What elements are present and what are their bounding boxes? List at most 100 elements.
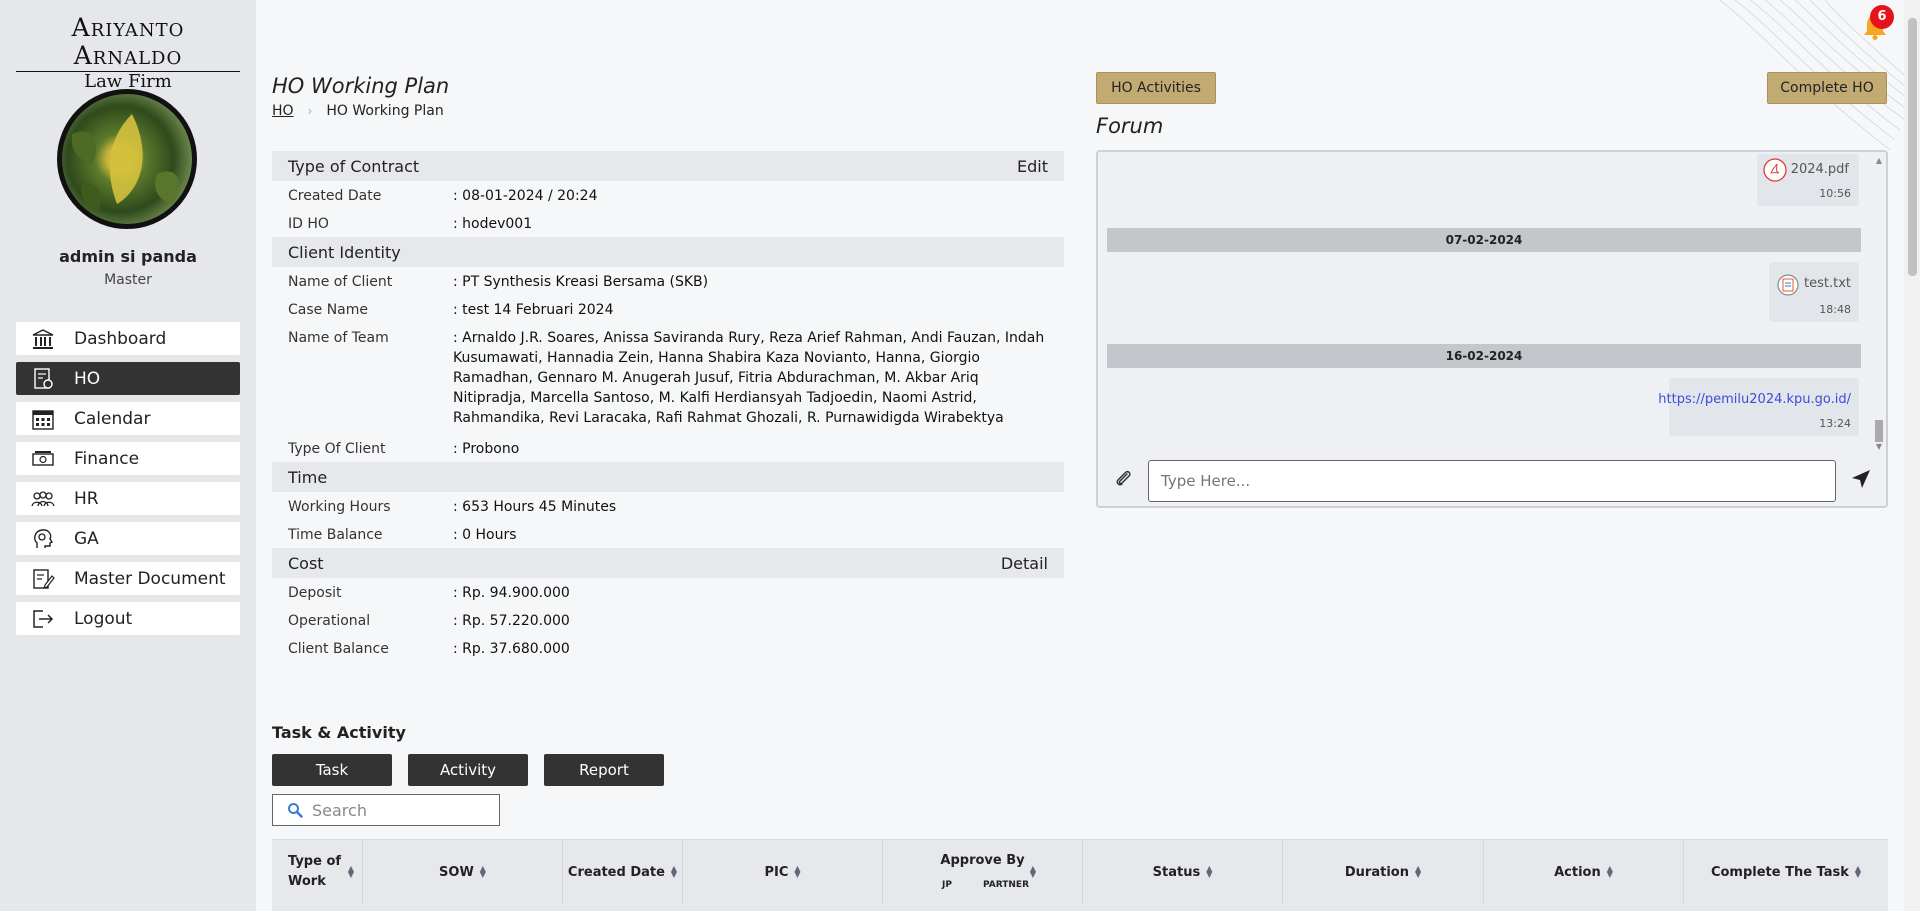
complete-ho-button[interactable]: Complete HO [1767, 72, 1887, 104]
scroll-down-arrow[interactable]: ▼ [1874, 442, 1884, 451]
section-time-header: Time [272, 462, 1064, 492]
document-edit-icon [30, 568, 56, 590]
info-label: Name of Client [288, 274, 393, 290]
chat-date-separator: 16-02-2024 [1107, 344, 1861, 368]
detail-link[interactable]: Detail [1001, 554, 1048, 573]
sort-icon[interactable]: ▲ ▼ [348, 865, 354, 879]
sidebar-item-label: Master Document [74, 568, 226, 589]
info-value: : Rp. 37.680.000 [453, 641, 570, 657]
scroll-thumb[interactable] [1875, 420, 1883, 442]
sort-icon[interactable]: ▲ ▼ [794, 865, 800, 879]
file-name[interactable]: 2024.pdf [1791, 162, 1849, 177]
sidebar: Ariyanto Arnaldo Law Firm admin si panda… [0, 0, 256, 911]
section-contract-header: Type of Contract Edit [272, 151, 1064, 181]
column-header-created-date[interactable]: Created Date ▲ ▼ [563, 840, 683, 904]
sort-icon[interactable]: ▲ ▼ [1607, 865, 1613, 879]
column-header-complete-task[interactable]: Complete The Task ▲ ▼ [1684, 840, 1888, 904]
column-header-approve-by[interactable]: Approve By ▲ ▼ JP PARTNER [883, 840, 1083, 904]
sidebar-item-hr[interactable]: HR [16, 482, 240, 515]
column-header-pic[interactable]: PIC ▲ ▼ [683, 840, 883, 904]
info-row: Name of Team : Arnaldo J.R. Soares, Aniss… [272, 323, 1064, 434]
column-header-sow[interactable]: SOW ▲ ▼ [363, 840, 563, 904]
approve-by-partner-label: PARTNER [983, 880, 1030, 890]
ho-activities-button[interactable]: HO Activities [1096, 72, 1216, 104]
cash-icon [30, 448, 56, 470]
sidebar-item-label: HR [74, 488, 99, 509]
page-scrollbar[interactable] [1904, 0, 1920, 911]
info-value: : hodev001 [453, 216, 533, 232]
sort-icon[interactable]: ▲ ▼ [480, 865, 486, 879]
column-header-action[interactable]: Action ▲ ▼ [1484, 840, 1684, 904]
send-icon[interactable] [1850, 468, 1872, 490]
chat-message-file[interactable]: 2024.pdf 10:56 [1757, 154, 1859, 206]
section-title: Type of Contract [288, 156, 420, 176]
chat-messages[interactable]: 2024.pdf 10:56 07-02-2024 test.txt 18:48… [1098, 152, 1874, 452]
sidebar-item-label: GA [74, 528, 99, 549]
column-header-duration[interactable]: Duration ▲ ▼ [1283, 840, 1484, 904]
avatar-leaf-image [71, 114, 180, 214]
chat-message-file[interactable]: test.txt 18:48 [1769, 262, 1859, 322]
sidebar-item-label: Calendar [74, 408, 151, 429]
calendar-icon [30, 408, 56, 430]
info-label: Deposit [288, 585, 342, 601]
section-client-header: Client Identity [272, 237, 1064, 267]
page-title: HO Working Plan [272, 74, 450, 98]
sort-icon[interactable]: ▲ ▼ [1206, 865, 1212, 879]
firm-logo[interactable]: Ariyanto Arnaldo Law Firm [16, 14, 240, 92]
info-value-team: : Arnaldo J.R. Soares, Anissa Saviranda … [453, 330, 1045, 426]
sidebar-item-label: Dashboard [74, 328, 167, 349]
chat-scrollbar[interactable]: ▲ ▼ [1874, 156, 1884, 451]
info-label: ID HO [288, 216, 329, 232]
chat-input[interactable] [1148, 460, 1836, 502]
breadcrumb-separator: › [307, 104, 313, 118]
info-label: Name of Team [288, 330, 389, 346]
page-scroll-thumb[interactable] [1908, 18, 1917, 276]
chat-message-link[interactable]: https://pemilu2024.kpu.go.id/ 13:24 [1658, 378, 1859, 436]
info-value: : Rp. 94.900.000 [453, 585, 570, 601]
avatar [57, 89, 197, 229]
info-value: : test 14 Februari 2024 [453, 302, 614, 318]
task-table: Type of Work ▲ ▼ SOW ▲ ▼ Created Date ▲ ▼ PIC… [272, 839, 1888, 911]
people-icon [30, 488, 56, 510]
message-link[interactable]: https://pemilu2024.kpu.go.id/ [1658, 392, 1851, 407]
sort-icon[interactable]: ▲ ▼ [1030, 865, 1036, 879]
task-button[interactable]: Task [272, 754, 392, 786]
info-row: Deposit : Rp. 94.900.000 [272, 578, 1064, 606]
column-label: SOW [439, 864, 474, 880]
column-label: Created Date [567, 864, 665, 880]
sidebar-item-ga[interactable]: GA [16, 522, 240, 555]
sidebar-item-master-document[interactable]: Master Document [16, 562, 240, 595]
column-label: Status [1152, 864, 1201, 880]
column-header-type-of-work[interactable]: Type of Work ▲ ▼ [272, 840, 363, 904]
column-header-status[interactable]: Status ▲ ▼ [1083, 840, 1283, 904]
info-row: Operational: Rp. 57.220.000 [272, 606, 1064, 634]
task-search[interactable]: Search [272, 794, 500, 826]
sidebar-item-finance[interactable]: Finance [16, 442, 240, 475]
sidebar-item-calendar[interactable]: Calendar [16, 402, 240, 435]
scroll-up-arrow[interactable]: ▲ [1874, 156, 1884, 165]
sort-icon[interactable]: ▲ ▼ [671, 865, 677, 879]
search-placeholder[interactable]: Search [312, 801, 367, 820]
paperclip-icon[interactable] [1112, 468, 1134, 490]
info-label: Working Hours [288, 499, 391, 515]
info-label: Operational [288, 613, 371, 629]
section-cost-header: Cost Detail [272, 548, 1064, 578]
info-row: Time Balance: 0 Hours [272, 520, 1064, 548]
pdf-icon [1763, 158, 1787, 182]
sidebar-item-ho[interactable]: HO [16, 362, 240, 395]
sort-icon[interactable]: ▲ ▼ [1415, 865, 1421, 879]
edit-link[interactable]: Edit [1017, 157, 1048, 176]
sidebar-item-label: Logout [74, 608, 133, 629]
sort-icon[interactable]: ▲ ▼ [1855, 865, 1861, 879]
sidebar-item-dashboard[interactable]: Dashboard [16, 322, 240, 355]
ho-info-panel: Type of Contract Edit Created Date: 08-0… [272, 151, 1064, 662]
activity-button[interactable]: Activity [408, 754, 528, 786]
breadcrumb-link-ho[interactable]: HO [272, 103, 294, 119]
sidebar-item-label: Finance [74, 448, 140, 469]
info-row: Working Hours: 653 Hours 45 Minutes [272, 492, 1064, 520]
report-button[interactable]: Report [544, 754, 664, 786]
info-label: Client Balance [288, 641, 389, 657]
file-name[interactable]: test.txt [1804, 276, 1851, 291]
sidebar-item-logout[interactable]: Logout [16, 602, 240, 635]
bank-icon [30, 328, 56, 350]
